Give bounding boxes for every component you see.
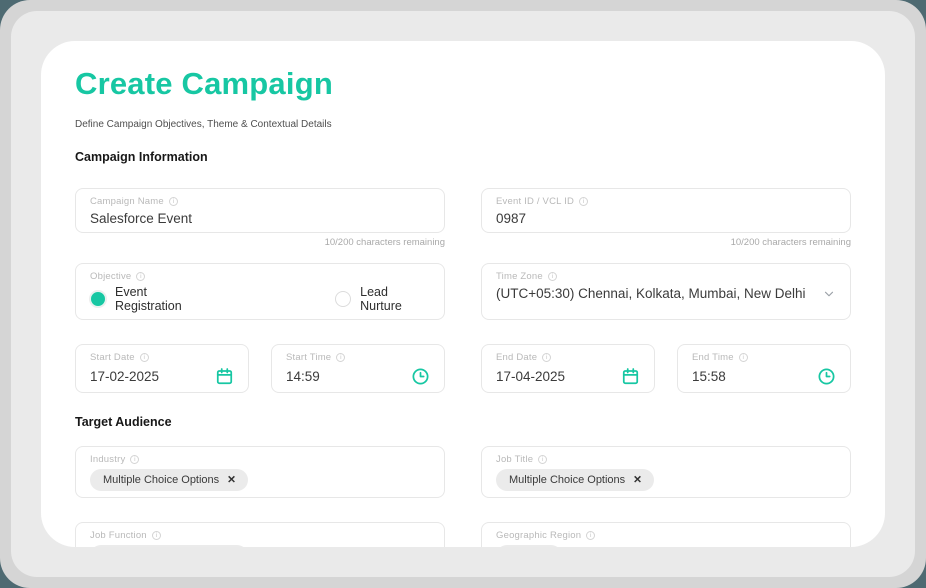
job-title-field[interactable]: Job Title i Multiple Choice Options ✕ [481,446,851,498]
start-date-label: Start Date [90,352,135,363]
end-time-value: 15:58 [692,369,726,384]
objective-field: Objective i Event Registration Lead Nurt… [75,263,445,320]
start-date-field[interactable]: Start Date i 17-02-2025 [75,344,249,393]
end-datetime-group: End Date i 17-04-2025 End Time i [481,344,851,393]
end-date-value: 17-04-2025 [496,369,565,384]
event-id-value[interactable]: 0987 [496,211,836,226]
event-id-label: Event ID / VCL ID [496,196,574,207]
time-zone-value: (UTC+05:30) Chennai, Kolkata, Mumbai, Ne… [496,286,806,301]
time-zone-field[interactable]: Time Zone i (UTC+05:30) Chennai, Kolkata… [481,263,851,320]
info-icon[interactable]: i [538,455,547,464]
objective-label: Objective [90,271,131,282]
campaign-name-value[interactable]: Salesforce Event [90,211,430,226]
middle-frame: Create Campaign Define Campaign Objectiv… [11,11,915,577]
info-icon[interactable]: i [130,455,139,464]
section-heading-campaign-information: Campaign Information [75,150,851,164]
info-icon[interactable]: i [136,272,145,281]
job-function-label: Job Function [90,530,147,541]
radio-event-registration[interactable]: Event Registration [90,285,213,313]
radio-lead-nurture[interactable]: Lead Nurture [335,285,430,313]
campaign-name-column: Campaign Name i Salesforce Event 10/200 … [75,188,445,248]
info-icon[interactable]: i [739,353,748,362]
page-title: Create Campaign [75,67,851,101]
chip-remove-icon[interactable]: ✕ [227,475,236,486]
campaign-name-counter: 10/200 characters remaining [75,237,445,248]
end-time-label: End Time [692,352,734,363]
start-time-value: 14:59 [286,369,320,384]
outer-frame: Create Campaign Define Campaign Objectiv… [0,0,926,588]
chip-remove-icon[interactable]: ✕ [633,475,642,486]
info-icon[interactable]: i [140,353,149,362]
geographic-region-field[interactable]: Geographic Region i India ✕ [481,522,851,547]
chevron-down-icon[interactable] [822,287,836,301]
geographic-region-chip[interactable]: India ✕ [496,545,562,547]
info-icon[interactable]: i [579,197,588,206]
campaign-name-field[interactable]: Campaign Name i Salesforce Event [75,188,445,233]
radio-unselected-icon[interactable] [335,291,351,307]
section-heading-target-audience: Target Audience [75,415,851,429]
job-function-field[interactable]: Job Function i Multiple Choice Options ✕ [75,522,445,547]
geographic-region-label: Geographic Region [496,530,581,541]
job-title-chip[interactable]: Multiple Choice Options ✕ [496,469,654,491]
event-id-field[interactable]: Event ID / VCL ID i 0987 [481,188,851,233]
job-title-chip-label: Multiple Choice Options [509,474,625,486]
page-subtitle: Define Campaign Objectives, Theme & Cont… [75,119,851,130]
radio-lead-nurture-label: Lead Nurture [360,285,430,313]
start-time-field[interactable]: Start Time i 14:59 [271,344,445,393]
info-icon[interactable]: i [542,353,551,362]
calendar-icon[interactable] [215,367,234,386]
start-date-value: 17-02-2025 [90,369,159,384]
industry-chip-label: Multiple Choice Options [103,474,219,486]
end-time-field[interactable]: End Time i 15:58 [677,344,851,393]
start-datetime-group: Start Date i 17-02-2025 Start Time i [75,344,445,393]
end-date-field[interactable]: End Date i 17-04-2025 [481,344,655,393]
info-icon[interactable]: i [548,272,557,281]
radio-event-registration-label: Event Registration [115,285,213,313]
event-id-column: Event ID / VCL ID i 0987 10/200 characte… [481,188,851,248]
event-id-counter: 10/200 characters remaining [481,237,851,248]
job-title-label: Job Title [496,454,533,465]
clock-icon[interactable] [411,367,430,386]
end-date-label: End Date [496,352,537,363]
info-icon[interactable]: i [169,197,178,206]
campaign-name-label: Campaign Name [90,196,164,207]
industry-label: Industry [90,454,125,465]
industry-field[interactable]: Industry i Multiple Choice Options ✕ [75,446,445,498]
info-icon[interactable]: i [586,531,595,540]
start-time-label: Start Time [286,352,331,363]
create-campaign-card: Create Campaign Define Campaign Objectiv… [41,41,885,547]
clock-icon[interactable] [817,367,836,386]
info-icon[interactable]: i [336,353,345,362]
time-zone-label: Time Zone [496,271,543,282]
info-icon[interactable]: i [152,531,161,540]
job-function-chip[interactable]: Multiple Choice Options ✕ [90,545,248,547]
radio-selected-icon[interactable] [90,291,106,307]
industry-chip[interactable]: Multiple Choice Options ✕ [90,469,248,491]
calendar-icon[interactable] [621,367,640,386]
